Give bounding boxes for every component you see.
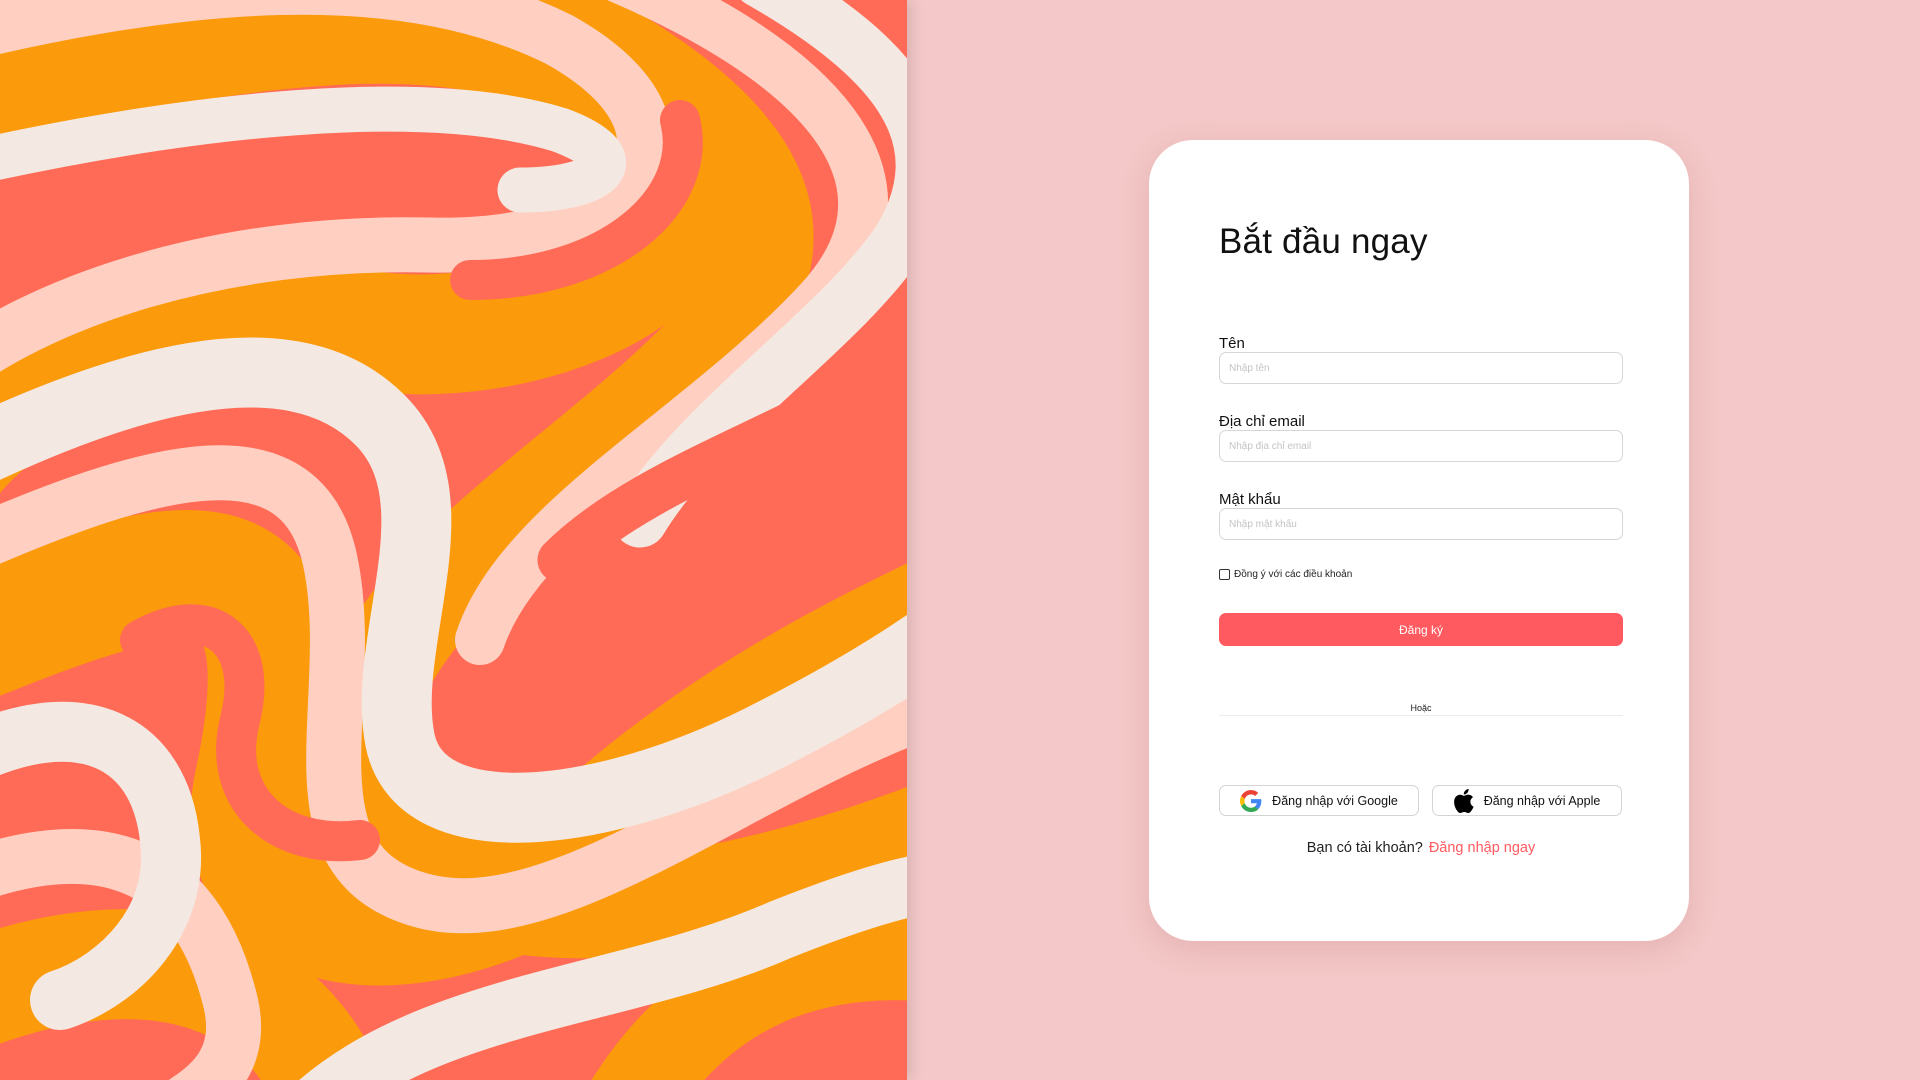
divider-or-text: Hoặc bbox=[1410, 703, 1432, 713]
wave-illustration bbox=[0, 0, 907, 1080]
page-title: Bắt đầu ngay bbox=[1219, 222, 1428, 261]
google-signin-button[interactable]: Đăng nhập với Google bbox=[1219, 785, 1419, 816]
signin-prompt-row: Bạn có tài khoản? Đăng nhập ngay bbox=[1219, 840, 1623, 856]
signin-link[interactable]: Đăng nhập ngay bbox=[1429, 840, 1535, 856]
terms-label: Đồng ý với các điều khoản bbox=[1234, 569, 1353, 580]
google-signin-label: Đăng nhập với Google bbox=[1272, 793, 1398, 808]
name-input[interactable] bbox=[1219, 352, 1623, 384]
apple-signin-button[interactable]: Đăng nhập với Apple bbox=[1432, 785, 1622, 816]
name-label: Tên bbox=[1219, 335, 1245, 352]
terms-checkbox[interactable] bbox=[1219, 569, 1230, 580]
password-input[interactable] bbox=[1219, 508, 1623, 540]
signup-card: Bắt đầu ngay Tên Địa chỉ email Mật khẩu … bbox=[1149, 140, 1689, 941]
email-label: Địa chỉ email bbox=[1219, 413, 1305, 430]
divider-line bbox=[1219, 715, 1623, 716]
signin-prompt-text: Bạn có tài khoản? bbox=[1306, 840, 1423, 856]
apple-icon bbox=[1453, 788, 1474, 813]
terms-row: Đồng ý với các điều khoản bbox=[1219, 569, 1352, 580]
apple-signin-label: Đăng nhập với Apple bbox=[1483, 793, 1601, 808]
google-icon bbox=[1240, 789, 1262, 812]
decorative-wave-artwork bbox=[0, 0, 907, 1080]
signup-button[interactable]: Đăng ký bbox=[1219, 613, 1623, 646]
email-input[interactable] bbox=[1219, 430, 1623, 462]
signup-page: Bắt đầu ngay Tên Địa chỉ email Mật khẩu … bbox=[0, 0, 1920, 1080]
password-label: Mật khẩu bbox=[1219, 491, 1281, 508]
